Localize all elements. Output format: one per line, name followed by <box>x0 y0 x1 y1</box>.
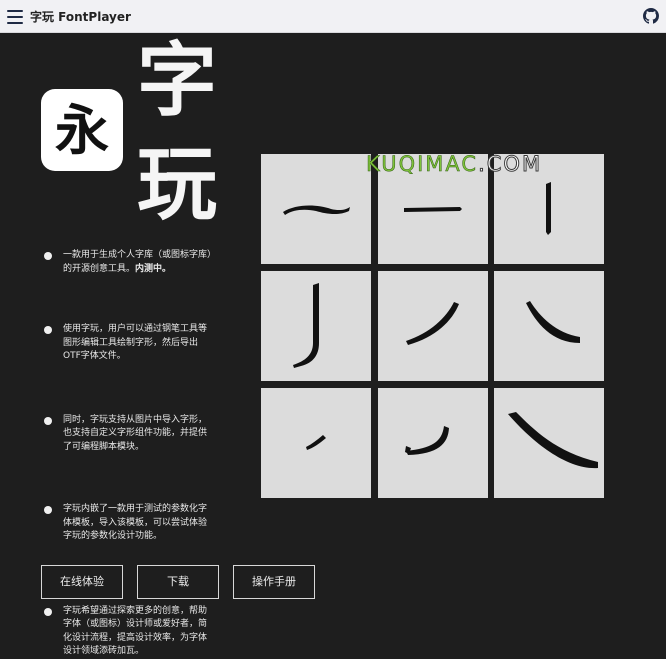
vertical-hook-stroke-icon <box>293 283 319 368</box>
right-falling-stroke-icon <box>526 301 580 343</box>
feature-list: 一款用于生成个人字库（或图标字库）的开源创意工具。内测中。 使用字玩，用户可以通… <box>43 249 213 656</box>
bullet-icon <box>44 506 52 514</box>
feature-item: 同时，字玩支持从图片中导入字形，也支持自定义字形组件功能，并提供了可编程脚本模块… <box>43 414 213 455</box>
top-bar: 字玩 FontPlayer <box>0 0 666 33</box>
online-trial-button[interactable]: 在线体验 <box>41 565 123 599</box>
app-logo: 永 <box>41 89 123 171</box>
bullet-icon <box>44 607 52 616</box>
feature-text: 字玩内嵌了一款用于测试的参数化字体模板，导入该模板，可以尝试体验字玩的参数化设计… <box>63 504 208 541</box>
stroke-tile-right-falling[interactable] <box>494 271 604 381</box>
left-falling-stroke-icon <box>406 302 459 345</box>
curved-stroke-icon <box>405 426 449 455</box>
watermark-text-part-2: .COM <box>478 152 543 177</box>
hero-title-char-1: 字 <box>137 34 217 127</box>
bullet-icon <box>44 252 52 260</box>
stroke-tile-curved[interactable] <box>378 388 488 498</box>
feature-item: 字玩内嵌了一款用于测试的参数化字体模板，导入该模板，可以尝试体验字玩的参数化设计… <box>43 503 213 544</box>
dot-stroke-icon <box>306 435 326 450</box>
manual-button[interactable]: 操作手册 <box>233 565 315 599</box>
stroke-tile-left-falling[interactable] <box>378 271 488 381</box>
stroke-tile-vertical-hook[interactable] <box>261 271 371 381</box>
feature-item: 使用字玩，用户可以通过钢笔工具等图形编辑工具绘制字形，然后导出OTF字体文件。 <box>43 323 213 364</box>
app-title: 字玩 FontPlayer <box>30 10 131 24</box>
feature-text: 使用字玩，用户可以通过钢笔工具等图形编辑工具绘制字形，然后导出OTF字体文件。 <box>63 324 208 361</box>
feature-text: 同时，字玩支持从图片中导入字形，也支持自定义字形组件功能，并提供了可编程脚本模块… <box>63 414 208 452</box>
stroke-tile-long-right-falling[interactable] <box>494 388 604 498</box>
long-right-falling-stroke-icon <box>508 412 598 469</box>
github-icon[interactable] <box>643 8 659 24</box>
watermark-text-part-1: KUQIMAC <box>366 152 479 177</box>
download-button[interactable]: 下载 <box>137 565 219 599</box>
stroke-tile-horizontal-wave[interactable] <box>261 154 371 264</box>
hamburger-menu-icon[interactable] <box>7 10 23 24</box>
feature-item: 一款用于生成个人字库（或图标字库）的开源创意工具。内测中。 <box>43 249 213 276</box>
feature-text: 字玩希望通过探索更多的创意，帮助字体（或图标）设计师或爱好者，简化设计流程，提高… <box>63 605 208 657</box>
horizontal-wave-stroke-icon <box>283 205 350 215</box>
stroke-tile-dot[interactable] <box>261 388 371 498</box>
bullet-icon <box>44 326 52 334</box>
watermark: KUQIMAC.COM <box>366 152 543 177</box>
logo-char: 永 <box>55 98 109 162</box>
bullet-icon <box>44 416 52 425</box>
feature-bold-text: 内测中。 <box>135 263 172 274</box>
hero-title-char-2: 玩 <box>137 138 217 231</box>
feature-item: 字玩希望通过探索更多的创意，帮助字体（或图标）设计师或爱好者，简化设计流程，提高… <box>43 605 213 659</box>
